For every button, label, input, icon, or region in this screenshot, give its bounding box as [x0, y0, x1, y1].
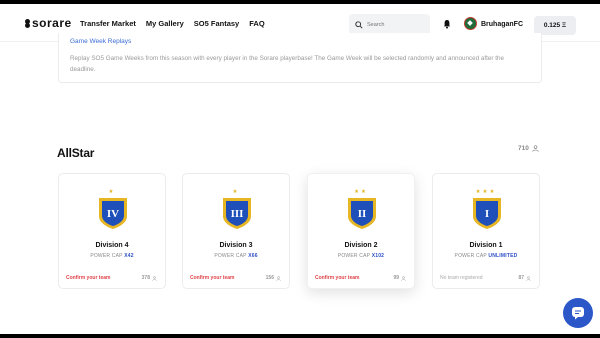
division-stars: ★	[232, 189, 240, 195]
division-4-card[interactable]: ★ IV Division 4 POWER CAP X42 Confirm yo…	[58, 173, 166, 289]
user-icon	[276, 275, 281, 281]
notification-bell-icon[interactable]	[443, 19, 451, 29]
game-week-replays-card: Game Week Replays Replay SO5 Game Weeks …	[58, 33, 542, 83]
division-1-card[interactable]: ★★★ I Division 1 POWER CAP UNLIMITED No …	[432, 173, 540, 289]
division-user-count: 87	[518, 275, 531, 281]
power-cap: POWER CAP UNLIMITED	[433, 253, 539, 259]
power-cap: POWER CAP X42	[59, 253, 165, 259]
search-input[interactable]	[367, 21, 427, 28]
club-avatar[interactable]	[464, 17, 477, 30]
logo-text: sorare	[32, 16, 72, 30]
search-box[interactable]	[349, 14, 430, 35]
user-icon	[532, 145, 539, 152]
allstar-section-title: AllStar	[57, 146, 95, 160]
division-numeral: I	[485, 208, 489, 220]
main-nav: Transfer Market My Gallery SO5 Fantasy F…	[80, 19, 265, 28]
division-name: Division 4	[95, 242, 129, 249]
sorare-logo[interactable]: sorare	[25, 16, 72, 30]
nav-transfer-market[interactable]: Transfer Market	[80, 19, 136, 28]
division-name: Division 1	[469, 242, 503, 249]
bottom-edge	[0, 334, 600, 338]
division-2-shield-icon: II	[348, 198, 376, 229]
power-cap-value: X42	[124, 253, 134, 259]
division-stars: ★★	[354, 189, 368, 195]
allstar-participant-count: 710	[518, 145, 539, 152]
division-name: Division 2	[344, 242, 378, 249]
replay-title-link[interactable]: Game Week Replays	[70, 38, 131, 45]
power-cap-value: X102	[371, 253, 385, 259]
search-icon	[355, 20, 363, 29]
division-numeral: II	[358, 208, 367, 220]
club-name[interactable]: BruhaganFC	[481, 21, 523, 28]
division-user-count: 378	[142, 275, 157, 281]
no-team-registered-text: No team registered	[440, 275, 483, 281]
user-count-value: 156	[265, 275, 274, 281]
nav-my-gallery[interactable]: My Gallery	[146, 19, 184, 28]
nav-faq[interactable]: FAQ	[249, 19, 264, 28]
chat-bubble-icon	[572, 307, 584, 320]
user-icon	[152, 275, 157, 281]
power-cap-label: POWER CAP	[214, 253, 247, 259]
division-1-shield-icon: I	[473, 198, 501, 229]
power-cap: POWER CAP X66	[183, 253, 289, 259]
power-cap-label: POWER CAP	[337, 253, 371, 259]
confirm-team-link[interactable]: Confirm your team	[190, 275, 234, 281]
power-cap-value: UNLIMITED	[488, 253, 518, 259]
division-user-count: 156	[266, 275, 281, 281]
division-3-card[interactable]: ★ III Division 3 POWER CAP X66 Confirm y…	[182, 173, 290, 289]
division-numeral: III	[231, 208, 244, 220]
division-numeral: IV	[107, 208, 119, 220]
user-count-value: 99	[393, 275, 399, 281]
participant-count-value: 710	[518, 145, 529, 152]
division-stars: ★	[108, 189, 116, 195]
division-name: Division 3	[219, 242, 253, 249]
division-3-shield-icon: III	[223, 198, 251, 229]
confirm-team-link[interactable]: Confirm your team	[66, 275, 110, 281]
power-cap-value: X66	[248, 253, 258, 259]
user-count-value: 87	[518, 275, 524, 281]
user-icon	[526, 275, 531, 281]
user-count-value: 378	[141, 275, 150, 281]
user-icon	[401, 275, 406, 281]
confirm-team-link[interactable]: Confirm your team	[315, 275, 359, 281]
division-user-count: 99	[393, 275, 406, 281]
logo-mark-icon	[25, 18, 30, 24]
division-stars: ★★★	[475, 189, 497, 195]
nav-so5-fantasy[interactable]: SO5 Fantasy	[194, 19, 239, 28]
division-2-card[interactable]: ★★ II Division 2 POWER CAP X102 Confirm …	[307, 173, 415, 289]
power-cap: POWER CAP X102	[308, 253, 414, 259]
division-4-shield-icon: IV	[99, 198, 127, 229]
power-cap-label: POWER CAP	[454, 253, 487, 259]
power-cap-label: POWER CAP	[90, 253, 123, 259]
replay-description: Replay SO5 Game Weeks from this season w…	[70, 55, 505, 73]
support-chat-button[interactable]	[563, 298, 593, 328]
